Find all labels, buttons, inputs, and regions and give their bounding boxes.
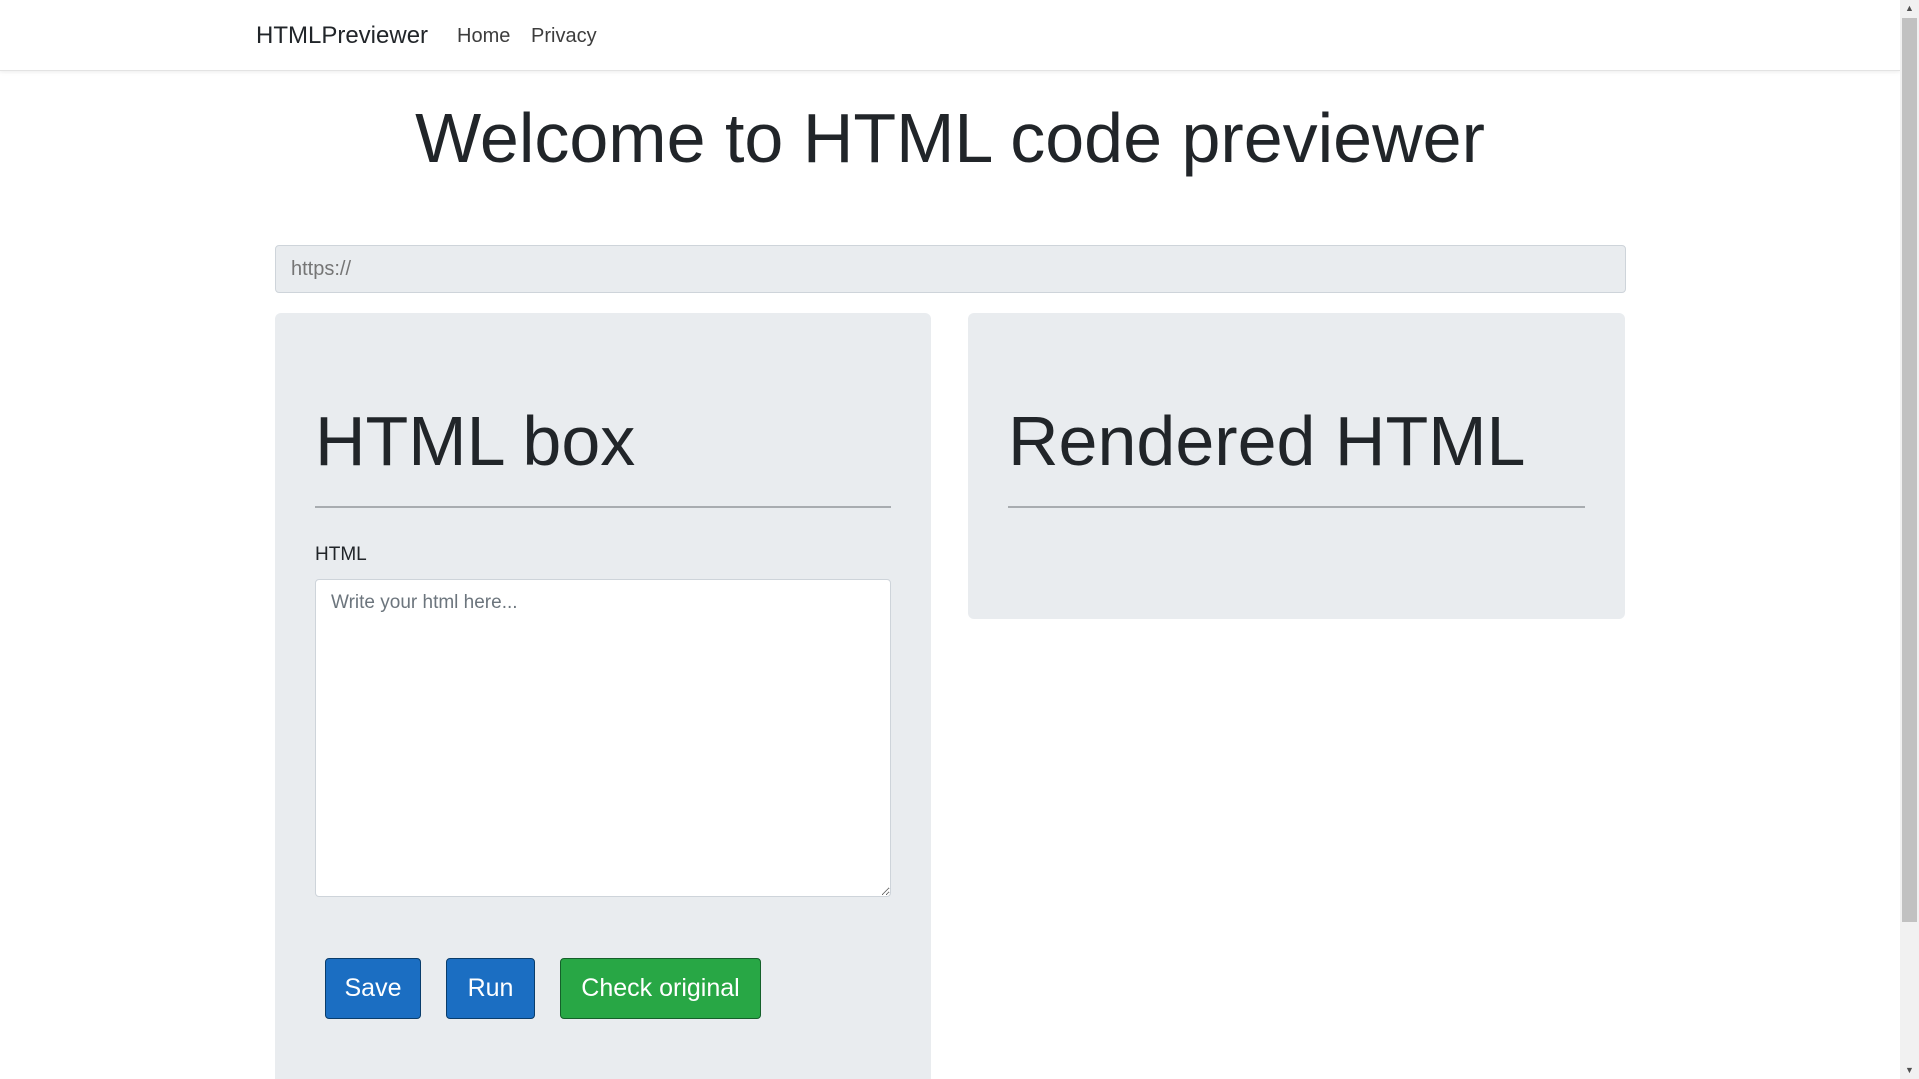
save-button[interactable]: Save	[325, 958, 421, 1019]
html-textarea[interactable]	[315, 579, 891, 897]
page-title: Welcome to HTML code previewer	[415, 99, 1485, 177]
nav-link-home[interactable]: Home	[457, 24, 510, 48]
triangle-down-icon[interactable]: ▼	[1900, 1062, 1919, 1079]
rendered-html-heading: Rendered HTML	[1008, 402, 1526, 480]
html-box-divider	[315, 506, 891, 508]
brand-link[interactable]: HTMLPreviewer	[256, 21, 428, 51]
page: HTMLPreviewer Home Privacy Welcome to HT…	[0, 0, 1919, 1079]
html-box-panel: HTML box HTML Save Run Check original	[275, 313, 931, 1079]
html-field-label: HTML	[315, 544, 367, 565]
rendered-html-panel: Rendered HTML	[968, 313, 1625, 619]
rendered-html-divider	[1008, 506, 1585, 508]
nav-link-privacy[interactable]: Privacy	[531, 24, 597, 48]
url-input[interactable]	[275, 245, 1626, 293]
run-button[interactable]: Run	[446, 958, 535, 1019]
vertical-scrollbar[interactable]: ▲ ▼	[1900, 0, 1919, 1079]
navbar: HTMLPreviewer Home Privacy	[0, 0, 1900, 71]
check-original-button[interactable]: Check original	[560, 958, 761, 1019]
html-box-heading: HTML box	[315, 402, 636, 480]
scrollbar-thumb[interactable]	[1902, 18, 1917, 922]
triangle-up-icon[interactable]: ▲	[1900, 0, 1919, 17]
